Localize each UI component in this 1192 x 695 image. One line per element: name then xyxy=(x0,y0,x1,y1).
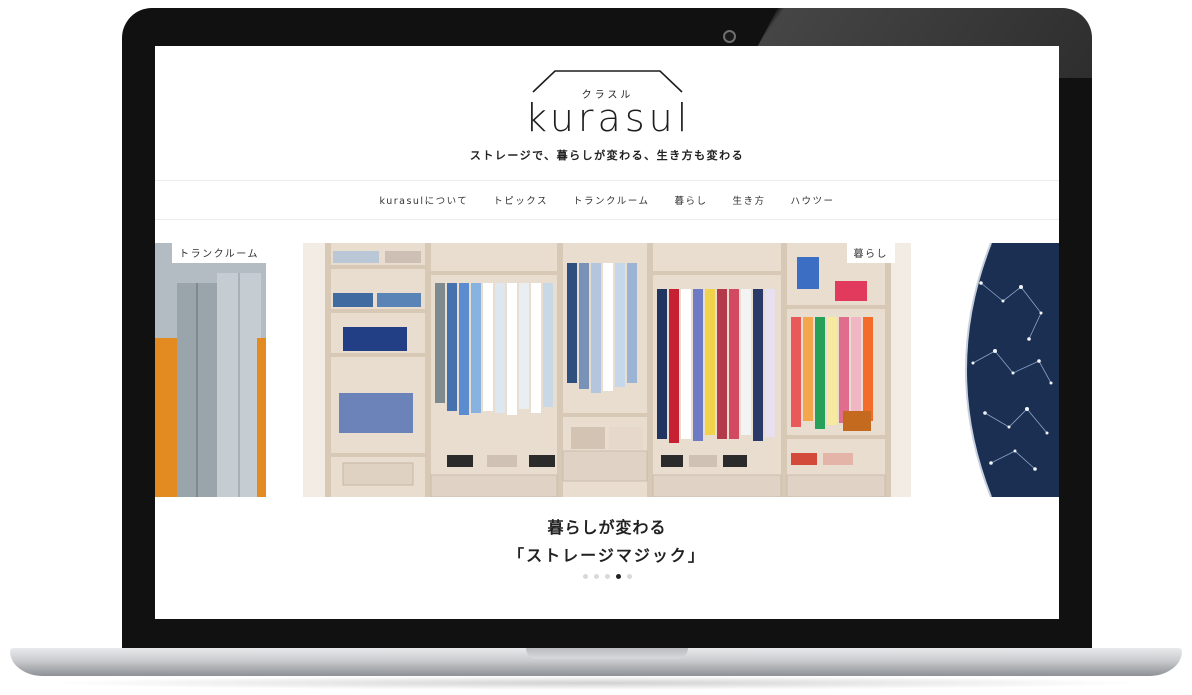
wardrobe-image xyxy=(303,243,911,497)
slider-dot[interactable] xyxy=(615,574,621,579)
logo-wordmark: kurasul xyxy=(525,96,692,140)
slide-previous[interactable]: トランクルーム xyxy=(155,243,266,497)
slider-pagination xyxy=(155,574,1059,579)
camera-icon xyxy=(723,30,736,43)
slide-next[interactable] xyxy=(951,243,1059,497)
slider-dot[interactable] xyxy=(604,574,610,579)
nav-item-trunkroom[interactable]: トランクルーム xyxy=(573,193,649,207)
nav-item-topics[interactable]: トピックス xyxy=(493,193,548,207)
star-chart-image xyxy=(951,243,1059,497)
nav-item-howto[interactable]: ハウツー xyxy=(790,193,834,207)
slide-caption-line1: 暮らしが変わる xyxy=(547,518,667,537)
slide-category-tag: トランクルーム xyxy=(172,243,266,263)
slider-dot[interactable] xyxy=(626,574,632,579)
slide-caption-line2: 「ストレージマジック」 xyxy=(508,546,706,565)
laptop-base-notch xyxy=(526,648,688,659)
slide-category-tag: 暮らし xyxy=(846,243,895,263)
website-screen: クラスル kurasul ストレージで、暮らしが変わる、生き方も変わる kura… xyxy=(155,46,1059,619)
nav-item-lifestyle[interactable]: 生き方 xyxy=(732,193,765,207)
nav-item-living[interactable]: 暮らし xyxy=(674,193,707,207)
site-logo[interactable]: クラスル kurasul xyxy=(525,68,692,140)
slider-dot[interactable] xyxy=(593,574,599,579)
site-tagline: ストレージで、暮らしが変わる、生き方も変わる xyxy=(469,149,745,162)
laptop-shadow xyxy=(40,676,1152,690)
main-nav: kurasulについて トピックス トランクルーム 暮らし 生き方 ハウツー xyxy=(155,180,1059,220)
slide-current[interactable]: 暮らし xyxy=(303,243,911,497)
slider-dot[interactable] xyxy=(582,574,588,579)
nav-item-about[interactable]: kurasulについて xyxy=(380,193,469,207)
storage-locker-image xyxy=(155,243,266,497)
